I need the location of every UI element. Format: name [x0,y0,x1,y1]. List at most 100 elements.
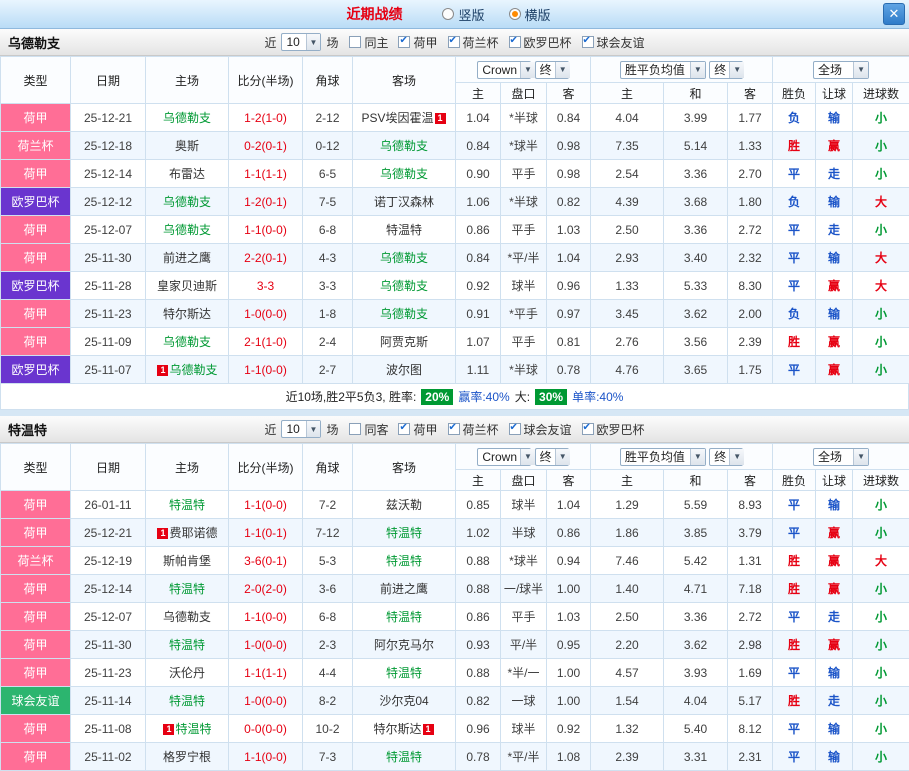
away-team-link[interactable]: 乌德勒支 [380,279,428,293]
col-corner: 角球 [303,444,353,491]
home-team-link[interactable]: 特温特 [169,638,205,652]
away-team-cell: 特温特 [353,519,456,547]
fulltime-select[interactable]: 全场 ▼ [813,61,869,79]
handicap-result-cell: 赢 [816,519,853,547]
avg-home-cell: 2.39 [591,743,664,771]
away-team-link[interactable]: 乌德勒支 [380,307,428,321]
filter-checkbox[interactable]: 荷甲 [398,34,437,51]
date-cell: 25-12-18 [71,132,146,160]
away-team-link[interactable]: PSV埃因霍温 [361,111,433,125]
match-row: 荷甲26-01-11特温特1-1(0-0)7-2兹沃勒0.85球半1.041.2… [1,491,909,519]
filter-checkbox[interactable]: 欧罗巴杯 [509,34,572,51]
avg-home-cell: 1.54 [591,687,664,715]
goals-result-cell: 小 [853,160,909,188]
team-name: 乌德勒支 [0,33,60,52]
avg-home-cell: 2.93 [591,244,664,272]
home-team-link[interactable]: 特温特 [175,722,211,736]
home-team-link[interactable]: 乌德勒支 [163,223,211,237]
filter-checkbox[interactable]: 球会友谊 [582,34,645,51]
avg-draw-cell: 3.36 [664,160,728,188]
avg-stage-select[interactable]: 终 ▼ [709,448,743,466]
away-team-link[interactable]: 特温特 [386,750,422,764]
away-team-link[interactable]: 前进之鹰 [380,582,428,596]
filter-checkbox[interactable]: 同主 [349,34,388,51]
layout-radio-vertical[interactable]: 竖版 [442,5,484,24]
asia-away-odds-cell: 0.84 [547,104,591,132]
asia-away-odds-cell: 1.00 [547,687,591,715]
home-team-link[interactable]: 乌德勒支 [163,111,211,125]
home-team-link[interactable]: 布雷达 [169,167,205,181]
home-team-cell: 沃伦丹 [146,659,229,687]
filter-checkbox[interactable]: 同客 [349,421,388,438]
subcol-handicap-result: 让球 [816,83,853,104]
close-icon[interactable]: ✕ [883,3,905,25]
away-team-link[interactable]: 特温特 [386,554,422,568]
score-cell: 0-0(0-0) [229,715,303,743]
team-section-2: 特温特 近 10 ▼ 场 同客荷甲荷兰杯球会友谊欧罗巴杯 类型 [0,416,909,771]
home-team-link[interactable]: 格罗宁根 [163,750,211,764]
avg-draw-cell: 3.31 [664,743,728,771]
home-team-link[interactable]: 特温特 [169,694,205,708]
away-team-link[interactable]: 特尔斯达 [373,722,421,736]
filter-checkbox[interactable]: 荷兰杯 [448,34,499,51]
away-team-link[interactable]: 波尔图 [386,363,422,377]
filter-checkbox[interactable]: 欧罗巴杯 [582,421,645,438]
layout-radio-horizontal[interactable]: 横版 [509,5,551,24]
away-team-link[interactable]: 阿贾克斯 [380,335,428,349]
away-team-link[interactable]: 兹沃勒 [386,498,422,512]
checkbox-icon [509,423,521,435]
handicap-result-cell: 走 [816,216,853,244]
filter-checkbox[interactable]: 球会友谊 [509,421,572,438]
home-team-cell: 1费耶诺德 [146,519,229,547]
away-team-link[interactable]: 乌德勒支 [380,167,428,181]
odds-stage-select[interactable]: 终 ▼ [535,448,569,466]
away-team-link[interactable]: 特温特 [386,223,422,237]
chevron-down-icon: ▼ [520,449,535,465]
home-team-link[interactable]: 乌德勒支 [163,195,211,209]
asia-home-odds-cell: 0.96 [456,715,501,743]
home-team-link[interactable]: 乌德勒支 [163,610,211,624]
fulltime-select[interactable]: 全场 ▼ [813,448,869,466]
big-label: 大: [515,388,530,405]
asia-home-odds-cell: 1.02 [456,519,501,547]
home-team-link[interactable]: 特尔斯达 [163,307,211,321]
away-team-link[interactable]: 特温特 [386,610,422,624]
home-team-link[interactable]: 皇家贝迪斯 [157,279,217,293]
home-team-link[interactable]: 费耶诺德 [169,526,217,540]
bookmaker-select[interactable]: Crown ▼ [477,448,531,466]
match-count-select[interactable]: 10 ▼ [281,33,321,51]
avg-stage-select[interactable]: 终 ▼ [709,61,743,79]
avg-odds-select[interactable]: 胜平负均值 ▼ [620,448,706,466]
home-team-link[interactable]: 乌德勒支 [163,335,211,349]
away-team-cell: 乌德勒支 [353,272,456,300]
score-cell: 1-1(1-1) [229,160,303,188]
filter-checkbox[interactable]: 荷兰杯 [448,421,499,438]
col-type: 类型 [1,57,71,104]
avg-odds-select[interactable]: 胜平负均值 ▼ [620,61,706,79]
home-team-link[interactable]: 斯帕肯堡 [163,554,211,568]
filter-controls: 近 10 ▼ 场 同主荷甲荷兰杯欧罗巴杯球会友谊 [0,29,909,55]
col-home: 主场 [146,444,229,491]
away-team-link[interactable]: 特温特 [386,666,422,680]
avg-away-cell: 2.32 [728,244,773,272]
home-team-link[interactable]: 乌德勒支 [169,363,217,377]
away-team-link[interactable]: 诺丁汉森林 [374,195,434,209]
home-team-link[interactable]: 特温特 [169,582,205,596]
avg-home-cell: 2.20 [591,631,664,659]
match-count-select[interactable]: 10 ▼ [281,420,321,438]
filter-checkbox[interactable]: 荷甲 [398,421,437,438]
handicap-cell: *半球 [501,188,547,216]
avg-draw-cell: 3.62 [664,631,728,659]
home-team-link[interactable]: 奥斯 [175,139,199,153]
bookmaker-select[interactable]: Crown ▼ [477,61,531,79]
away-team-link[interactable]: 阿尔克马尔 [374,638,434,652]
home-team-link[interactable]: 特温特 [169,498,205,512]
away-team-link[interactable]: 乌德勒支 [380,139,428,153]
away-team-link[interactable]: 沙尔克04 [379,694,428,708]
away-team-link[interactable]: 乌德勒支 [380,251,428,265]
home-team-link[interactable]: 沃伦丹 [169,666,205,680]
near-label: 近 [264,34,276,51]
away-team-link[interactable]: 特温特 [386,526,422,540]
odds-stage-select[interactable]: 终 ▼ [535,61,569,79]
home-team-link[interactable]: 前进之鹰 [163,251,211,265]
